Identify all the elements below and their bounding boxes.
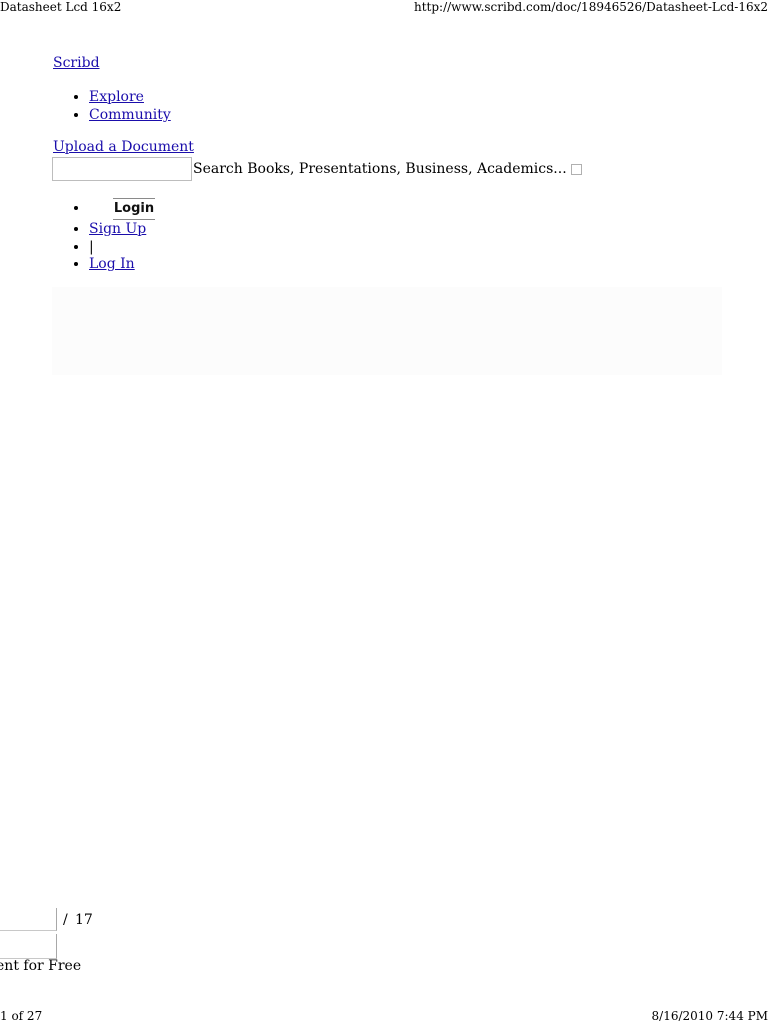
print-document-title: Datasheet Lcd 16x2 <box>0 0 122 14</box>
account-item-login-button: Login <box>89 196 155 220</box>
page-separator: / <box>63 912 68 928</box>
account-menu: Login Sign Up | Log In <box>53 196 155 273</box>
print-timestamp: 8/16/2010 7:44 PM <box>651 1009 768 1023</box>
ad-banner-placeholder <box>52 287 722 375</box>
scribd-logo-link[interactable]: Scribd <box>53 55 100 71</box>
account-item-separator: | <box>89 238 155 255</box>
print-footer: 1 of 27 8/16/2010 7:44 PM <box>0 1008 768 1024</box>
account-item-signup: Sign Up <box>89 220 155 238</box>
page-number-input[interactable] <box>0 908 57 931</box>
search-bar: Search Books, Presentations, Business, A… <box>52 156 582 182</box>
print-page-count: 1 of 27 <box>0 1009 43 1023</box>
print-header: Datasheet Lcd 16x2 http://www.scribd.com… <box>0 0 768 14</box>
print-document-url: http://www.scribd.com/doc/18946526/Datas… <box>414 0 768 14</box>
login-link[interactable]: Log In <box>89 256 135 272</box>
explore-link[interactable]: Explore <box>89 89 144 105</box>
login-button[interactable]: Login <box>113 198 155 220</box>
page-navigation: / 17 <box>0 906 120 964</box>
account-item-login: Log In <box>89 255 155 273</box>
page-nav-box[interactable] <box>0 934 57 959</box>
total-pages: 17 <box>75 912 93 928</box>
signup-link[interactable]: Sign Up <box>89 221 146 237</box>
separator-text: | <box>89 239 94 255</box>
download-label: nent for Free <box>0 958 82 974</box>
search-input[interactable] <box>52 157 192 181</box>
nav-item-explore: Explore <box>89 88 171 106</box>
download-for-free-text[interactable]: nent for Free <box>0 958 120 974</box>
search-placeholder-text: Search Books, Presentations, Business, A… <box>193 161 567 177</box>
search-submit-icon[interactable] <box>570 163 582 175</box>
nav-item-community: Community <box>89 106 171 124</box>
community-link[interactable]: Community <box>89 107 171 123</box>
upload-document-link[interactable]: Upload a Document <box>53 139 194 155</box>
main-nav: Explore Community <box>53 88 171 124</box>
